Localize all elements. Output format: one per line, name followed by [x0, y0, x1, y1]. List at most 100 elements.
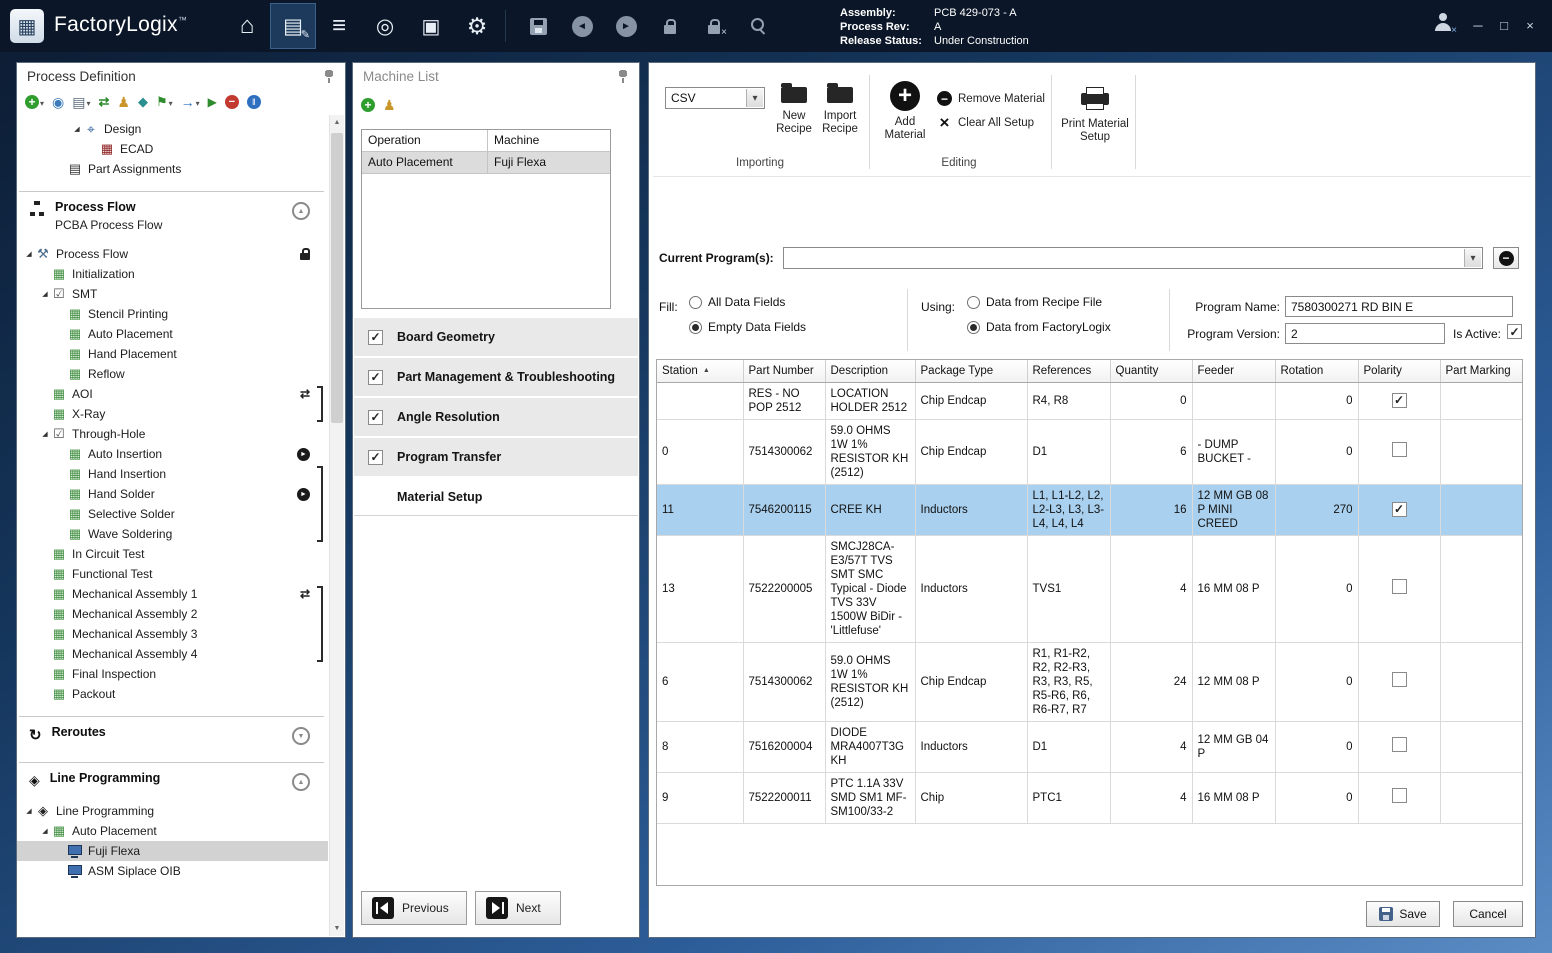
tree-item-auto-placement[interactable]: Auto Placement	[17, 821, 328, 841]
column-header-machine[interactable]: Machine	[488, 130, 610, 151]
cell-part-number[interactable]: 7516200004	[743, 721, 825, 772]
cell-package-type[interactable]: Chip	[915, 772, 1027, 823]
user-button[interactable]	[115, 92, 132, 112]
refresh-button[interactable]	[96, 92, 111, 112]
polarity-checkbox[interactable]	[1392, 393, 1407, 408]
dropdown-arrow-icon[interactable]	[1464, 249, 1481, 267]
reroutes-section[interactable]: Reroutes	[19, 716, 324, 750]
save-button[interactable]: Save	[1366, 901, 1440, 927]
tree-item-auto-insertion[interactable]: Auto Insertion	[17, 444, 328, 464]
collapse-section-button[interactable]	[292, 202, 310, 220]
column-header-station[interactable]: Station	[657, 360, 743, 382]
cell-description[interactable]: 59.0 OHMS 1W 1% RESISTOR KH (2512)	[825, 642, 915, 721]
save-button[interactable]	[516, 3, 560, 49]
print-button[interactable]	[70, 92, 92, 112]
add-button[interactable]	[359, 95, 377, 115]
cell-description[interactable]: CREE KH	[825, 484, 915, 535]
column-header-description[interactable]: Description	[825, 360, 915, 382]
cell-package-type[interactable]: Chip Endcap	[915, 419, 1027, 484]
line-programming-section[interactable]: Line Programming	[19, 762, 324, 795]
cell-references[interactable]: TVS1	[1027, 535, 1110, 642]
cancel-button[interactable]: Cancel	[1453, 901, 1523, 927]
cell-rotation[interactable]: 0	[1275, 642, 1358, 721]
cell-rotation[interactable]: 270	[1275, 484, 1358, 535]
scrollbar[interactable]	[329, 115, 344, 936]
cell-package-type[interactable]: Inductors	[915, 535, 1027, 642]
cell-feeder[interactable]: - DUMP BUCKET -	[1192, 419, 1275, 484]
cell-description[interactable]: LOCATION HOLDER 2512	[825, 382, 915, 419]
cell-polarity[interactable]	[1358, 535, 1440, 642]
cell-polarity[interactable]	[1358, 772, 1440, 823]
tree-item-hand-placement[interactable]: Hand Placement	[17, 344, 328, 364]
suspend-button[interactable]	[245, 92, 263, 112]
cell-references[interactable]: L1, L1-L2, L2, L2-L3, L3, L3-L4, L4, L4	[1027, 484, 1110, 535]
cell-polarity[interactable]	[1358, 484, 1440, 535]
setup-step-part-management-troubleshooting[interactable]: Part Management & Troubleshooting	[354, 358, 638, 396]
scroll-up-button[interactable]	[330, 115, 344, 130]
cell-feeder[interactable]	[1192, 382, 1275, 419]
polarity-checkbox[interactable]	[1392, 788, 1407, 803]
tree-item-x-ray[interactable]: X-Ray	[17, 404, 328, 424]
step-checkbox[interactable]	[368, 450, 383, 465]
polarity-checkbox[interactable]	[1392, 579, 1407, 594]
expander-icon[interactable]	[23, 807, 35, 815]
tree-item-fuji-flexa[interactable]: Fuji Flexa	[17, 841, 328, 861]
cell-polarity[interactable]	[1358, 419, 1440, 484]
tree-item-stencil-printing[interactable]: Stencil Printing	[17, 304, 328, 324]
cell-polarity[interactable]	[1358, 721, 1440, 772]
fill-option-all-data-fields[interactable]: All Data Fields	[689, 294, 806, 310]
using-option-data-from-factorylogix[interactable]: Data from FactoryLogix	[967, 319, 1111, 335]
unlock-button[interactable]	[692, 3, 736, 49]
cell-references[interactable]: R1, R1-R2, R2, R2-R3, R3, R3, R5, R5-R6,…	[1027, 642, 1110, 721]
cell-description[interactable]: PTC 1.1A 33V SMD SM1 MF-SM100/33-2	[825, 772, 915, 823]
column-header-polarity[interactable]: Polarity	[1358, 360, 1440, 382]
format-select[interactable]: CSV	[665, 87, 765, 109]
flag-button[interactable]	[154, 92, 175, 112]
print-material-setup-button[interactable]: Print Material Setup	[1059, 81, 1131, 144]
cell-polarity[interactable]	[1358, 382, 1440, 419]
clear-all-setup-button[interactable]: Clear All Setup	[937, 115, 1034, 130]
cell-part-marking[interactable]	[1440, 721, 1522, 772]
expand-section-button[interactable]	[292, 727, 310, 745]
cell-part-number[interactable]: 7514300062	[743, 419, 825, 484]
polarity-checkbox[interactable]	[1392, 442, 1407, 457]
tree-item-mechanical-assembly-4[interactable]: Mechanical Assembly 4	[17, 644, 328, 664]
cell-references[interactable]: PTC1	[1027, 772, 1110, 823]
cell-rotation[interactable]: 0	[1275, 772, 1358, 823]
next-button[interactable]: Next	[475, 891, 561, 925]
using-option-data-from-recipe-file[interactable]: Data from Recipe File	[967, 294, 1111, 310]
expander-icon[interactable]	[39, 430, 51, 438]
cell-part-marking[interactable]	[1440, 772, 1522, 823]
user-button[interactable]	[381, 95, 398, 115]
forward-button[interactable]	[604, 3, 648, 49]
cell-rotation[interactable]: 0	[1275, 721, 1358, 772]
cell-part-number[interactable]: 7514300062	[743, 642, 825, 721]
cell-station[interactable]: 6	[657, 642, 743, 721]
program-name-input[interactable]: 7580300271 RD BIN E	[1285, 296, 1513, 317]
tree-item-mechanical-assembly-1[interactable]: Mechanical Assembly 1	[17, 584, 328, 604]
cell-part-marking[interactable]	[1440, 484, 1522, 535]
fill-option-empty-data-fields[interactable]: Empty Data Fields	[689, 319, 806, 335]
polarity-checkbox[interactable]	[1392, 502, 1407, 517]
scroll-down-button[interactable]	[330, 921, 344, 936]
cell-quantity[interactable]: 6	[1110, 419, 1192, 484]
cell-description[interactable]: 59.0 OHMS 1W 1% RESISTOR KH (2512)	[825, 419, 915, 484]
tree-item-aoi[interactable]: AOI	[17, 384, 328, 404]
maximize-button[interactable]: □	[1494, 18, 1514, 34]
step-checkbox[interactable]	[368, 410, 383, 425]
column-header-quantity[interactable]: Quantity	[1110, 360, 1192, 382]
machine-row[interactable]: Auto PlacementFuji Flexa	[362, 152, 610, 174]
cell-package-type[interactable]: Chip Endcap	[915, 642, 1027, 721]
cell-polarity[interactable]	[1358, 642, 1440, 721]
column-header-part-marking[interactable]: Part Marking	[1440, 360, 1522, 382]
cell-quantity[interactable]: 4	[1110, 535, 1192, 642]
minimize-button[interactable]: ─	[1468, 18, 1488, 34]
cell-quantity[interactable]: 4	[1110, 772, 1192, 823]
cell-quantity[interactable]: 4	[1110, 721, 1192, 772]
column-header-rotation[interactable]: Rotation	[1275, 360, 1358, 382]
cell-part-number[interactable]: 7522200011	[743, 772, 825, 823]
cell-part-number[interactable]: 7546200115	[743, 484, 825, 535]
cell-package-type[interactable]: Chip Endcap	[915, 382, 1027, 419]
previous-button[interactable]: Previous	[361, 891, 467, 925]
pin-icon[interactable]	[322, 69, 335, 83]
